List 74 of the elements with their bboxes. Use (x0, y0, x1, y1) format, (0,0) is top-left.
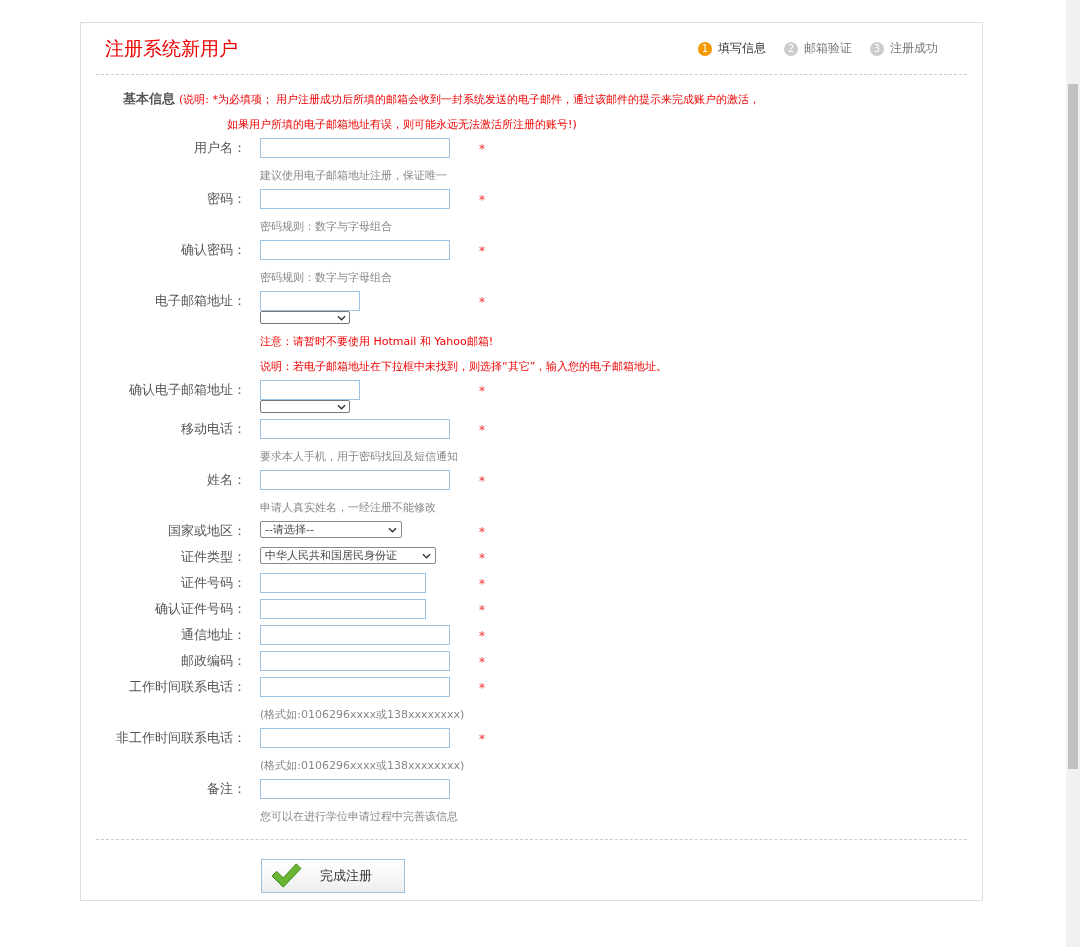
input-field[interactable] (260, 677, 450, 697)
warning-text: 说明：若电子邮箱地址在下拉框中未找到，则选择“其它”，输入您的电子邮箱地址。 (260, 359, 668, 374)
scrollbar[interactable] (1066, 0, 1080, 947)
input-field[interactable] (260, 470, 450, 490)
field-label: 姓名： (206, 471, 246, 489)
required-mark: * (479, 243, 485, 258)
input-field[interactable] (260, 728, 450, 748)
chevron-icon (388, 526, 397, 533)
field-label: 证件类型： (180, 548, 246, 566)
required-note: (说明: *为必填项； 用户注册成功后所填的邮箱会收到一封系统发送的电子邮件，通过该邮件的提示来完成账户的激活， (179, 92, 761, 107)
required-mark: * (479, 602, 485, 617)
step-label: 邮箱验证 (804, 40, 852, 57)
field-label: 电子邮箱地址： (154, 292, 246, 310)
submit-button[interactable]: 完成注册 (261, 859, 405, 893)
input-field[interactable] (260, 779, 450, 799)
step-label: 注册成功 (890, 40, 938, 57)
field-label: 确认密码： (180, 241, 246, 259)
field-label: 备注： (206, 780, 246, 798)
hint-text: (格式如:0106296xxxx或138xxxxxxxx) (260, 707, 465, 722)
chevron-icon (337, 403, 346, 410)
field-label: 确认证件号码： (154, 600, 246, 618)
field-label: 国家或地区： (167, 522, 246, 540)
required-mark: * (479, 422, 485, 437)
field-label: 通信地址： (180, 626, 246, 644)
chevron-icon (337, 314, 346, 321)
required-mark: * (479, 576, 485, 591)
domain-dropdown[interactable] (260, 400, 350, 413)
required-mark: * (479, 294, 485, 309)
chevron-icon (422, 552, 431, 559)
dropdown[interactable]: 中华人民共和国居民身份证 (260, 547, 436, 564)
warning-text: 注意：请暂时不要使用 Hotmail 和 Yahoo邮箱! (260, 334, 494, 349)
domain-dropdown[interactable] (260, 311, 350, 324)
hint-text: (格式如:0106296xxxx或138xxxxxxxx) (260, 758, 465, 773)
required-mark: * (479, 680, 485, 695)
page-title: 注册系统新用户 (105, 35, 238, 61)
input-field[interactable] (260, 138, 450, 158)
field-label: 非工作时间联系电话： (115, 729, 246, 747)
step-number: 1 (698, 41, 712, 56)
required-mark: * (479, 731, 485, 746)
required-mark: * (479, 192, 485, 207)
required-mark: * (479, 654, 485, 669)
hint-text: 您可以在进行学位申请过程中完善该信息 (260, 809, 458, 824)
input-field[interactable] (260, 291, 360, 311)
required-mark: * (479, 383, 485, 398)
input-field[interactable] (260, 240, 450, 260)
input-field[interactable] (260, 625, 450, 645)
required-mark: * (479, 473, 485, 488)
field-label: 密码： (206, 190, 246, 208)
hint-text: 建议使用电子邮箱地址注册，保证唯一 (260, 168, 447, 183)
hint-text: 密码规则：数字与字母组合 (260, 270, 392, 285)
field-label: 工作时间联系电话： (128, 678, 246, 696)
field-label: 移动电话： (180, 420, 246, 438)
field-label: 证件号码： (180, 574, 246, 592)
step-label: 填写信息 (718, 40, 766, 57)
required-note: 如果用户所填的电子邮箱地址有误，则可能永远无法激活所注册的账号!) (227, 117, 578, 132)
field-label: 确认电子邮箱地址： (128, 381, 246, 399)
required-mark: * (479, 628, 485, 643)
section-heading: 基本信息 (123, 90, 175, 108)
check-icon (270, 862, 302, 890)
required-mark: * (479, 524, 485, 539)
required-mark: * (479, 550, 485, 565)
input-field[interactable] (260, 651, 450, 671)
input-field[interactable] (260, 599, 426, 619)
hint-text: 密码规则：数字与字母组合 (260, 219, 392, 234)
input-field[interactable] (260, 573, 426, 593)
dropdown[interactable]: --请选择-- (260, 521, 402, 538)
field-label: 邮政编码： (180, 652, 246, 670)
input-field[interactable] (260, 419, 450, 439)
field-label: 用户名： (193, 139, 246, 157)
input-field[interactable] (260, 380, 360, 400)
hint-text: 申请人真实姓名，一经注册不能修改 (260, 500, 436, 515)
required-mark: * (479, 141, 485, 156)
input-field[interactable] (260, 189, 450, 209)
hint-text: 要求本人手机，用于密码找回及短信通知 (260, 449, 458, 464)
